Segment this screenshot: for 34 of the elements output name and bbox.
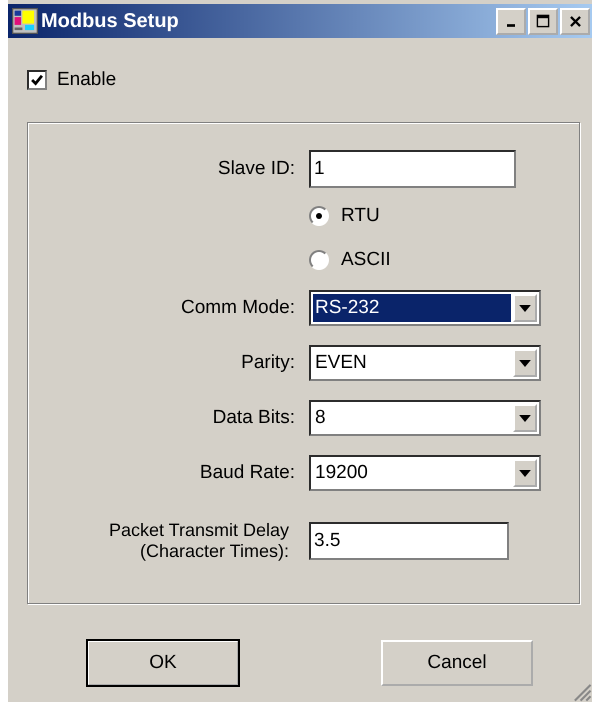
dropdown-arrow-icon bbox=[519, 470, 531, 476]
packet-delay-field[interactable]: 3.5 bbox=[309, 522, 509, 560]
radio-label: ASCII bbox=[341, 249, 391, 271]
dropdown-label: Parity: bbox=[240, 352, 295, 374]
close-button[interactable] bbox=[560, 8, 590, 34]
window-title: Modbus Setup bbox=[41, 10, 179, 32]
app-icon bbox=[12, 8, 38, 34]
dropdown[interactable]: 19200 bbox=[309, 455, 541, 491]
radio-button[interactable] bbox=[309, 250, 329, 270]
enable-checkbox[interactable] bbox=[27, 70, 47, 90]
dropdown[interactable]: RS-232 bbox=[309, 290, 541, 326]
dropdown-arrow-icon bbox=[519, 304, 531, 312]
enable-label: Enable bbox=[57, 69, 116, 91]
dropdown-label: Comm Mode: bbox=[180, 297, 295, 319]
slave-id-field[interactable]: 1 bbox=[309, 150, 516, 188]
dropdown-label: Baud Rate: bbox=[198, 462, 295, 484]
checkmark-icon bbox=[30, 73, 44, 87]
cancel-button[interactable]: Cancel bbox=[381, 640, 533, 686]
resize-grip-icon[interactable] bbox=[572, 682, 592, 702]
minimize-button[interactable] bbox=[496, 8, 526, 34]
packet-delay-label: Packet Transmit Delay (Character Times): bbox=[108, 520, 289, 562]
dropdown-arrow-icon bbox=[519, 414, 531, 422]
dropdown[interactable]: EVEN bbox=[309, 345, 541, 381]
close-icon bbox=[568, 14, 582, 28]
slave-id-label: Slave ID: bbox=[216, 158, 295, 180]
radio-label: RTU bbox=[341, 205, 380, 227]
dropdown-label: Data Bits: bbox=[212, 407, 295, 429]
maximize-button[interactable] bbox=[528, 8, 558, 34]
maximize-icon bbox=[536, 14, 550, 28]
radio-button[interactable] bbox=[309, 206, 329, 226]
minimize-icon bbox=[507, 24, 515, 27]
dropdown[interactable]: 8 bbox=[309, 400, 541, 436]
ok-button[interactable]: OK bbox=[87, 640, 239, 686]
dropdown-arrow-icon bbox=[519, 360, 531, 366]
